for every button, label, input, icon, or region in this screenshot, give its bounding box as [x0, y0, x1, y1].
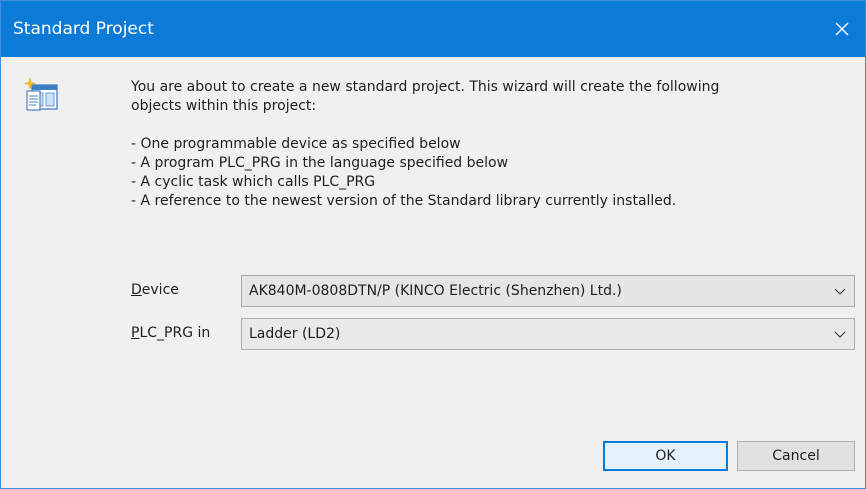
- dialog-title: Standard Project: [13, 19, 154, 39]
- plc-prg-label: PLC_PRG in: [131, 325, 211, 341]
- title-bar[interactable]: Standard Project: [1, 1, 865, 57]
- chevron-down-icon: [834, 331, 846, 338]
- standard-project-dialog: Standard Project You are about to create…: [0, 0, 866, 489]
- plc-prg-language-select[interactable]: Ladder (LD2): [241, 318, 855, 350]
- plc-prg-select-value: Ladder (LD2): [249, 326, 341, 342]
- description-text: You are about to create a new standard p…: [131, 78, 851, 211]
- list-item: - A reference to the newest version of t…: [131, 193, 677, 209]
- project-wizard-icon: [23, 77, 59, 113]
- list-item: - A program PLC_PRG in the language spec…: [131, 155, 509, 171]
- chevron-down-icon: [834, 288, 846, 295]
- device-select-value: AK840M-0808DTN/P (KINCO Electric (Shenzh…: [249, 283, 622, 299]
- close-icon: [835, 22, 849, 36]
- cancel-button[interactable]: Cancel: [737, 441, 855, 471]
- list-item: - One programmable device as specified b…: [131, 136, 461, 152]
- intro-line-1: You are about to create a new standard p…: [131, 79, 720, 95]
- intro-line-2: objects within this project:: [131, 98, 317, 114]
- device-label: Device: [131, 282, 179, 298]
- device-select[interactable]: AK840M-0808DTN/P (KINCO Electric (Shenzh…: [241, 275, 855, 307]
- close-button[interactable]: [819, 1, 865, 57]
- list-item: - A cyclic task which calls PLC_PRG: [131, 174, 376, 190]
- ok-button[interactable]: OK: [603, 441, 728, 471]
